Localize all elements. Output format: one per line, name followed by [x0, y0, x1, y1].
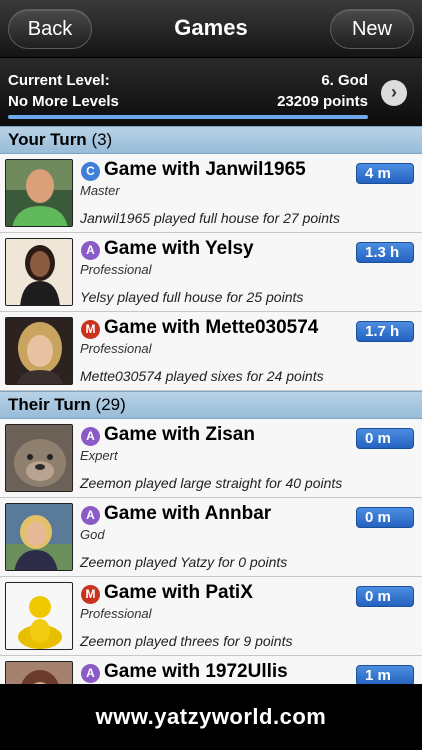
chevron-right-icon[interactable]: › [381, 80, 407, 106]
game-title: Game with Annbar [104, 503, 272, 524]
game-mode-icon: A [81, 506, 100, 525]
level-progress-bar [8, 115, 368, 119]
opponent-rank: Expert [80, 448, 118, 463]
last-move-text: Zeemon played threes for 9 points [80, 633, 293, 649]
time-badge: 0 m [356, 507, 414, 528]
game-row[interactable]: C Game with Janwil1965 Master Janwil1965 pl… [0, 154, 422, 233]
opponent-rank: Professional [80, 262, 152, 277]
avatar [5, 317, 73, 385]
time-badge: 1.7 h [356, 321, 414, 342]
game-row[interactable]: A Game with Yelsy Professional Yelsy played… [0, 233, 422, 312]
game-mode-icon: A [81, 241, 100, 260]
game-mode-icon: A [81, 427, 100, 446]
game-row[interactable]: M Game with PatiX Professional Zeemon playe… [0, 577, 422, 656]
games-list[interactable]: Your Turn (3) C Game with Janwil1965 Master… [0, 126, 422, 684]
game-row[interactable]: M Game with Mette030574 Professional Mette0… [0, 312, 422, 391]
last-move-text: Mette030574 played sixes for 24 points [80, 368, 324, 384]
time-badge: 0 m [356, 428, 414, 449]
avatar [5, 661, 73, 684]
game-row[interactable]: A Game with Zisan Expert Zeemon played larg… [0, 419, 422, 498]
points-value: 23209 points [277, 93, 368, 110]
game-title: Game with Janwil1965 [104, 159, 306, 180]
level-panel[interactable]: Current Level: No More Levels 6. God 232… [0, 58, 422, 126]
opponent-rank: God [80, 527, 105, 542]
last-move-text: Yelsy played full house for 25 points [80, 289, 304, 305]
time-badge: 1.3 h [356, 242, 414, 263]
current-level-value: 6. God [321, 72, 368, 89]
opponent-rank: Professional [80, 341, 152, 356]
time-badge: 1 m [356, 665, 414, 684]
last-move-text: Janwil1965 played full house for 27 poin… [80, 210, 340, 226]
next-level-label: No More Levels [8, 93, 119, 110]
game-title: Game with 1972Ullis [104, 661, 288, 682]
game-mode-icon: M [81, 585, 100, 604]
game-row[interactable]: A Game with 1972Ullis 1 m [0, 656, 422, 684]
section-header: Your Turn (3) [0, 126, 422, 154]
last-move-text: Zeemon played Yatzy for 0 points [80, 554, 288, 570]
navigation-bar: Back Games New [0, 0, 422, 58]
avatar [5, 238, 73, 306]
opponent-rank: Professional [80, 606, 152, 621]
last-move-text: Zeemon played large straight for 40 poin… [80, 475, 343, 491]
game-title: Game with PatiX [104, 582, 253, 603]
avatar [5, 424, 73, 492]
game-mode-icon: C [81, 162, 100, 181]
opponent-rank: Master [80, 183, 120, 198]
game-row[interactable]: A Game with Annbar God Zeemon played Yatzy … [0, 498, 422, 577]
section-count: (29) [95, 395, 126, 414]
game-title: Game with Yelsy [104, 238, 254, 259]
footer-website: www.yatzyworld.com [0, 684, 422, 750]
avatar [5, 582, 73, 650]
section-count: (3) [91, 130, 113, 149]
game-mode-icon: A [81, 664, 100, 683]
avatar [5, 503, 73, 571]
section-title: Their Turn [8, 395, 91, 414]
game-mode-icon: M [81, 320, 100, 339]
section-title: Your Turn [8, 130, 87, 149]
new-game-button[interactable]: New [330, 9, 414, 49]
game-title: Game with Mette030574 [104, 317, 319, 338]
current-level-label: Current Level: [8, 72, 110, 89]
time-badge: 0 m [356, 586, 414, 607]
game-title: Game with Zisan [104, 424, 255, 445]
section-header: Their Turn (29) [0, 391, 422, 419]
time-badge: 4 m [356, 163, 414, 184]
avatar [5, 159, 73, 227]
